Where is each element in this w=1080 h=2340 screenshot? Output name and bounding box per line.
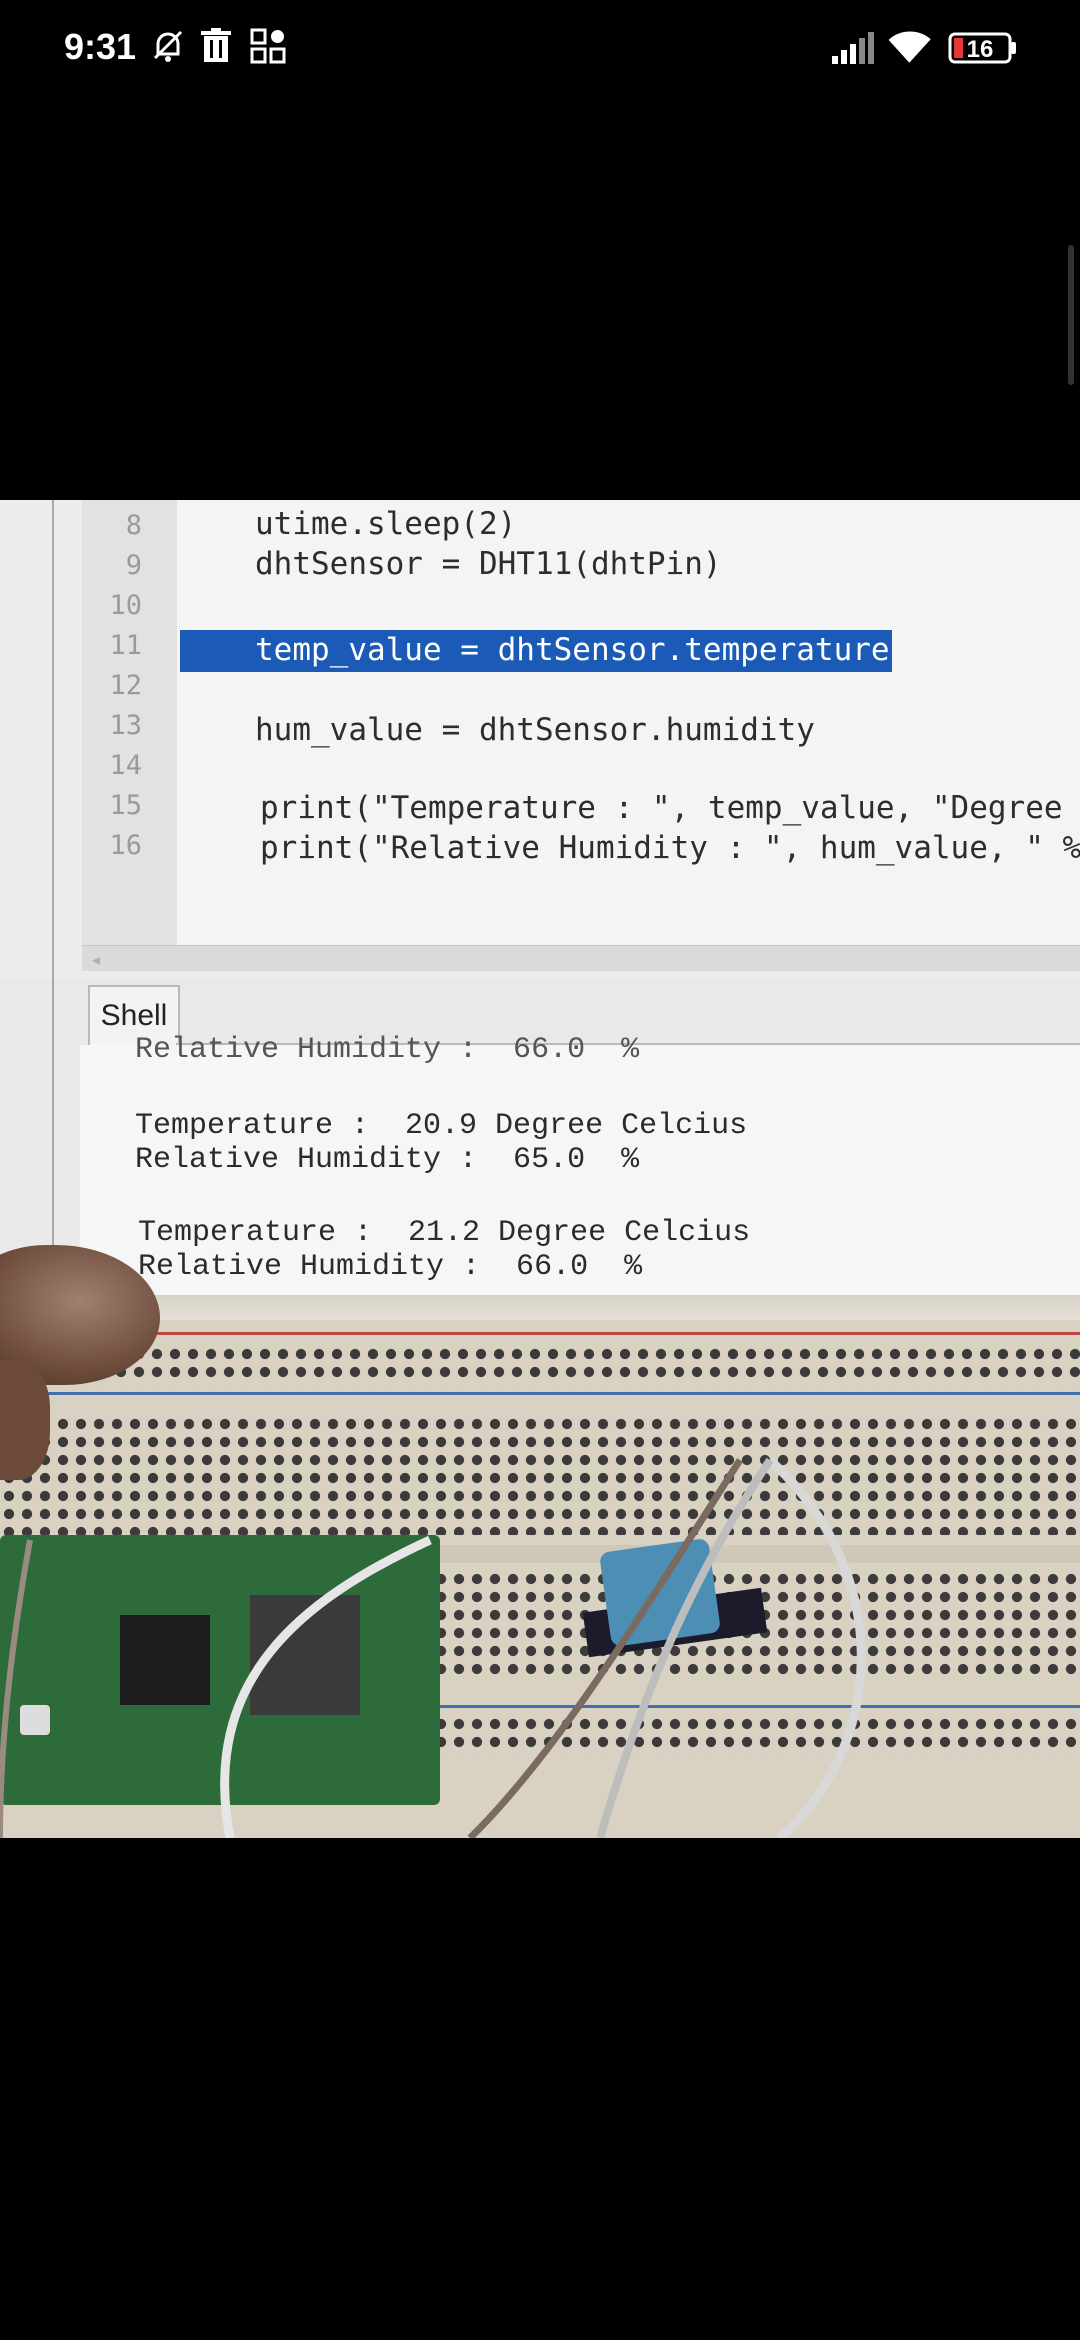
- trash-icon: [200, 28, 232, 64]
- finger-shadow: [0, 1360, 50, 1480]
- status-time: 9:31: [64, 26, 137, 67]
- mute-icon: [150, 28, 186, 64]
- wifi-icon: [888, 30, 932, 64]
- wires: [0, 1456, 866, 1838]
- scroll-indicator[interactable]: [1068, 245, 1074, 385]
- battery-level: 16: [967, 36, 994, 63]
- battery-icon: 16: [948, 30, 1018, 66]
- signal-icon: [830, 32, 874, 64]
- status-bar: 9:31 16: [0, 0, 1080, 100]
- apps-grid-icon: [250, 28, 286, 64]
- video-frame[interactable]: 8 utime.sleep(2) 9 dhtSensor = DHT11(dht…: [0, 500, 1080, 1838]
